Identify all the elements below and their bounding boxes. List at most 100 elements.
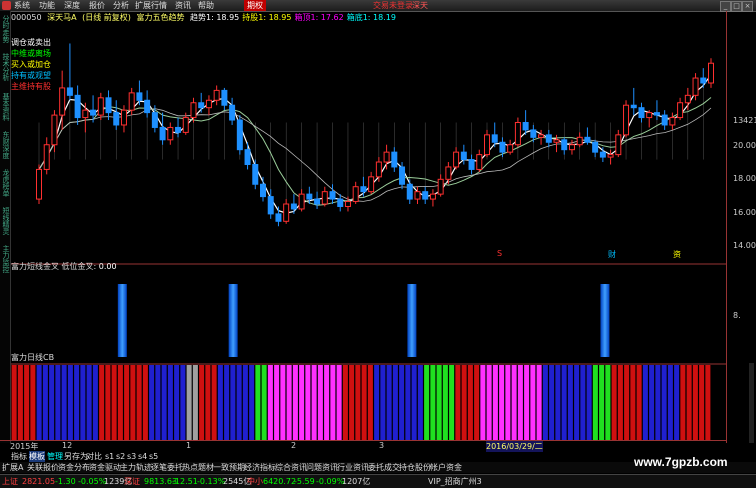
options-tab[interactable]: 期权 xyxy=(244,0,266,11)
func-related-quote[interactable]: 关联报价 xyxy=(27,462,59,473)
cb-stripe xyxy=(361,365,367,440)
candle xyxy=(283,203,290,222)
func-consensus[interactable]: 一致预期 xyxy=(213,462,245,473)
sh-index-change: -1.30 xyxy=(55,477,76,486)
menu-item-analysis[interactable]: 分析 xyxy=(113,0,129,11)
cb-stripe xyxy=(311,365,317,440)
cb-stripe xyxy=(405,365,411,440)
side-tab-dragon-tiger[interactable]: 龙虎榜单 xyxy=(1,169,10,197)
cb-stripe xyxy=(511,365,517,440)
func-ext-a[interactable]: 扩展A xyxy=(2,462,23,473)
candle xyxy=(120,109,127,126)
func-account-funds[interactable]: 帐户资金 xyxy=(430,462,462,473)
side-tab-depth[interactable]: 东财深度 xyxy=(1,131,10,159)
cb-stripe xyxy=(592,365,598,440)
cb-stripe xyxy=(199,365,205,440)
event-marker-3[interactable]: 资 xyxy=(673,249,681,260)
vertical-scrollbar[interactable] xyxy=(749,363,754,443)
func-economic[interactable]: 经济指标 xyxy=(244,462,276,473)
candle xyxy=(561,139,568,151)
chart-area[interactable]: 000050 深天马A (日线 前复权) 富力五色趋势 趋势1: 18.95 持股… xyxy=(11,11,726,443)
candle xyxy=(383,151,390,163)
candle xyxy=(669,117,676,126)
candle xyxy=(298,193,305,210)
func-general-news[interactable]: 综合资讯 xyxy=(275,462,307,473)
cb-stripe xyxy=(11,365,17,440)
cb-stripe xyxy=(292,365,298,440)
cb-stripe xyxy=(255,365,261,440)
menu-item-news[interactable]: 资讯 xyxy=(175,0,191,11)
tab-indicator[interactable]: 指标 xyxy=(11,451,27,462)
candle xyxy=(399,166,406,185)
side-tab-fundamental[interactable]: 基本资料 xyxy=(1,93,10,121)
side-tab-spirit[interactable]: 短线精灵 xyxy=(1,207,10,235)
tab-s4[interactable]: s4 xyxy=(138,451,147,462)
cb-stripe xyxy=(274,365,280,440)
menu-item-function[interactable]: 功能 xyxy=(39,0,55,11)
candle xyxy=(484,134,490,156)
cb-stripe xyxy=(674,365,680,440)
price-tick-18: 18.00 xyxy=(733,174,756,183)
cb-stripe xyxy=(124,365,130,440)
func-order-detail[interactable]: 逐笔委托 xyxy=(151,462,183,473)
broker-connection: VIP_招商广州3 xyxy=(428,477,482,486)
tab-s2[interactable]: s2 xyxy=(116,451,125,462)
candle xyxy=(375,161,382,178)
tab-s1[interactable]: s1 xyxy=(105,451,114,462)
candle xyxy=(275,213,282,222)
tab-s3[interactable]: s3 xyxy=(127,451,136,462)
tab-template[interactable]: 模板 xyxy=(29,451,45,462)
price-tick-panel2: 8. xyxy=(733,311,741,320)
cb-stripe xyxy=(55,365,61,440)
tab-s5[interactable]: s5 xyxy=(149,451,158,462)
func-industry-news[interactable]: 行业资讯 xyxy=(337,462,369,473)
event-marker-2[interactable]: 财 xyxy=(608,249,616,260)
event-marker-1[interactable]: S xyxy=(497,249,502,258)
func-holdings[interactable]: 持仓股份 xyxy=(399,462,431,473)
menu-item-system[interactable]: 系统 xyxy=(14,0,30,11)
sme-index-volume: 1207亿 xyxy=(342,477,371,486)
shentian-button[interactable]: 深天 xyxy=(412,0,428,11)
tab-save-as[interactable]: 另存为 xyxy=(64,451,88,462)
func-capital-dist[interactable]: 资金分布 xyxy=(58,462,90,473)
cb-stripe xyxy=(530,365,536,440)
candle xyxy=(167,126,174,141)
candle xyxy=(568,144,575,151)
candle xyxy=(708,62,714,84)
menu-item-depth[interactable]: 深度 xyxy=(64,0,80,11)
func-issue-news[interactable]: 问题资讯 xyxy=(306,462,338,473)
cb-stripe xyxy=(624,365,630,440)
time-label-3: 3 xyxy=(379,441,385,450)
func-capital-drive[interactable]: 资金驱动 xyxy=(89,462,121,473)
menu-item-extended[interactable]: 扩展行情 xyxy=(135,0,167,11)
cb-stripe xyxy=(699,365,705,440)
cb-stripe xyxy=(324,365,330,440)
cb-stripe xyxy=(555,365,561,440)
candle xyxy=(368,176,375,193)
cb-stripe xyxy=(680,365,686,440)
func-orders-fills[interactable]: 委托成交 xyxy=(368,462,400,473)
cb-stripe xyxy=(86,365,92,440)
price-tick-20: 20.00 xyxy=(733,141,756,150)
cb-stripe xyxy=(486,365,492,440)
menu-item-quote[interactable]: 报价 xyxy=(89,0,105,11)
tab-compare[interactable]: 对比 xyxy=(86,451,102,462)
candle xyxy=(468,159,475,170)
cb-stripe xyxy=(605,365,611,440)
tab-manage[interactable]: 管理 xyxy=(47,451,63,462)
trade-login-link[interactable]: 交易未登录 xyxy=(373,0,413,11)
candle xyxy=(43,144,50,170)
menu-item-help[interactable]: 帮助 xyxy=(198,0,214,11)
cb-stripe xyxy=(80,365,86,440)
func-main-track[interactable]: 主力轨迹 xyxy=(120,462,152,473)
side-tab-technical[interactable]: 技术分析 xyxy=(1,53,10,81)
candle xyxy=(236,119,243,151)
cb-stripe xyxy=(474,365,480,440)
func-hot-topics[interactable]: 热点题材 xyxy=(182,462,214,473)
side-tab-intraday[interactable]: 分时走势 xyxy=(1,15,10,43)
status-bar: 上证 2821.05 -1.30 -0.05% 1239亿 深证 9813.63… xyxy=(0,474,756,488)
candle xyxy=(144,99,151,114)
cb-stripe xyxy=(399,365,405,440)
candle xyxy=(329,191,336,200)
side-tab-monitor[interactable]: 主力监控 xyxy=(1,245,10,273)
